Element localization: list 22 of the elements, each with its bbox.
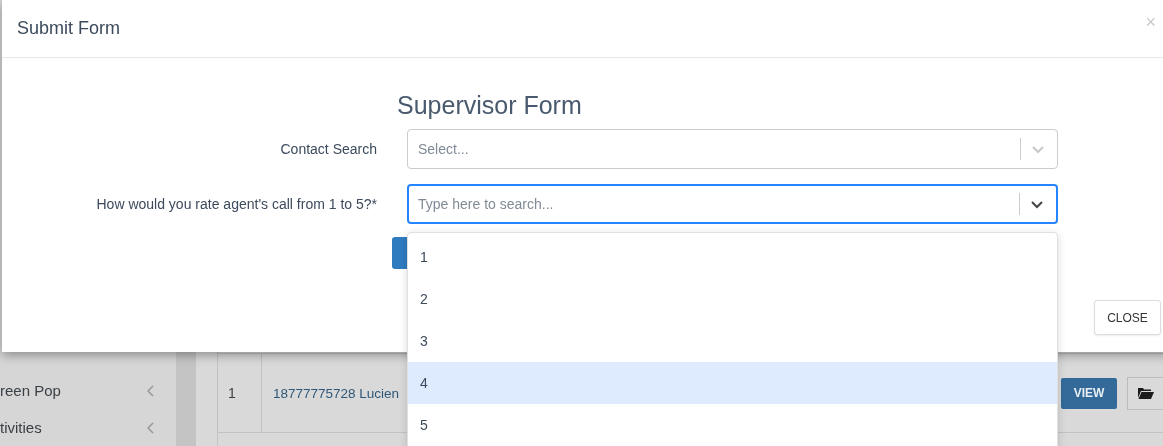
dropdown-option[interactable]: 4 <box>408 362 1057 404</box>
field-label: How would you rate agent's call from 1 to 5?* <box>96 196 377 212</box>
folder-button[interactable] <box>1127 376 1163 410</box>
dropdown-option[interactable]: 1 <box>408 236 1057 278</box>
modal-title: Submit Form <box>17 18 121 39</box>
sidebar-item[interactable]: reen Pop <box>0 382 61 399</box>
field-label: Contact Search <box>280 141 377 157</box>
view-button[interactable]: VIEW <box>1061 377 1117 409</box>
chevron-left-icon <box>147 421 154 434</box>
dropdown-option[interactable]: 3 <box>408 320 1057 362</box>
chevron-down-icon[interactable] <box>1030 199 1044 209</box>
dropdown-option[interactable]: 2 <box>408 278 1057 320</box>
form-title: Supervisor Form <box>397 91 582 119</box>
folder-icon <box>1138 387 1154 399</box>
sidebar-item[interactable]: tivities <box>0 419 42 436</box>
select-field[interactable]: Type here to search... <box>407 184 1058 224</box>
close-button[interactable]: CLOSE <box>1094 300 1161 335</box>
select-field[interactable]: Select... <box>407 129 1058 169</box>
chevron-left-icon <box>147 384 154 397</box>
contact-link[interactable]: 18777775728 Lucien <box>273 385 400 401</box>
table-cell: 1 <box>218 354 262 432</box>
dropdown-option[interactable]: 5 <box>408 404 1057 446</box>
